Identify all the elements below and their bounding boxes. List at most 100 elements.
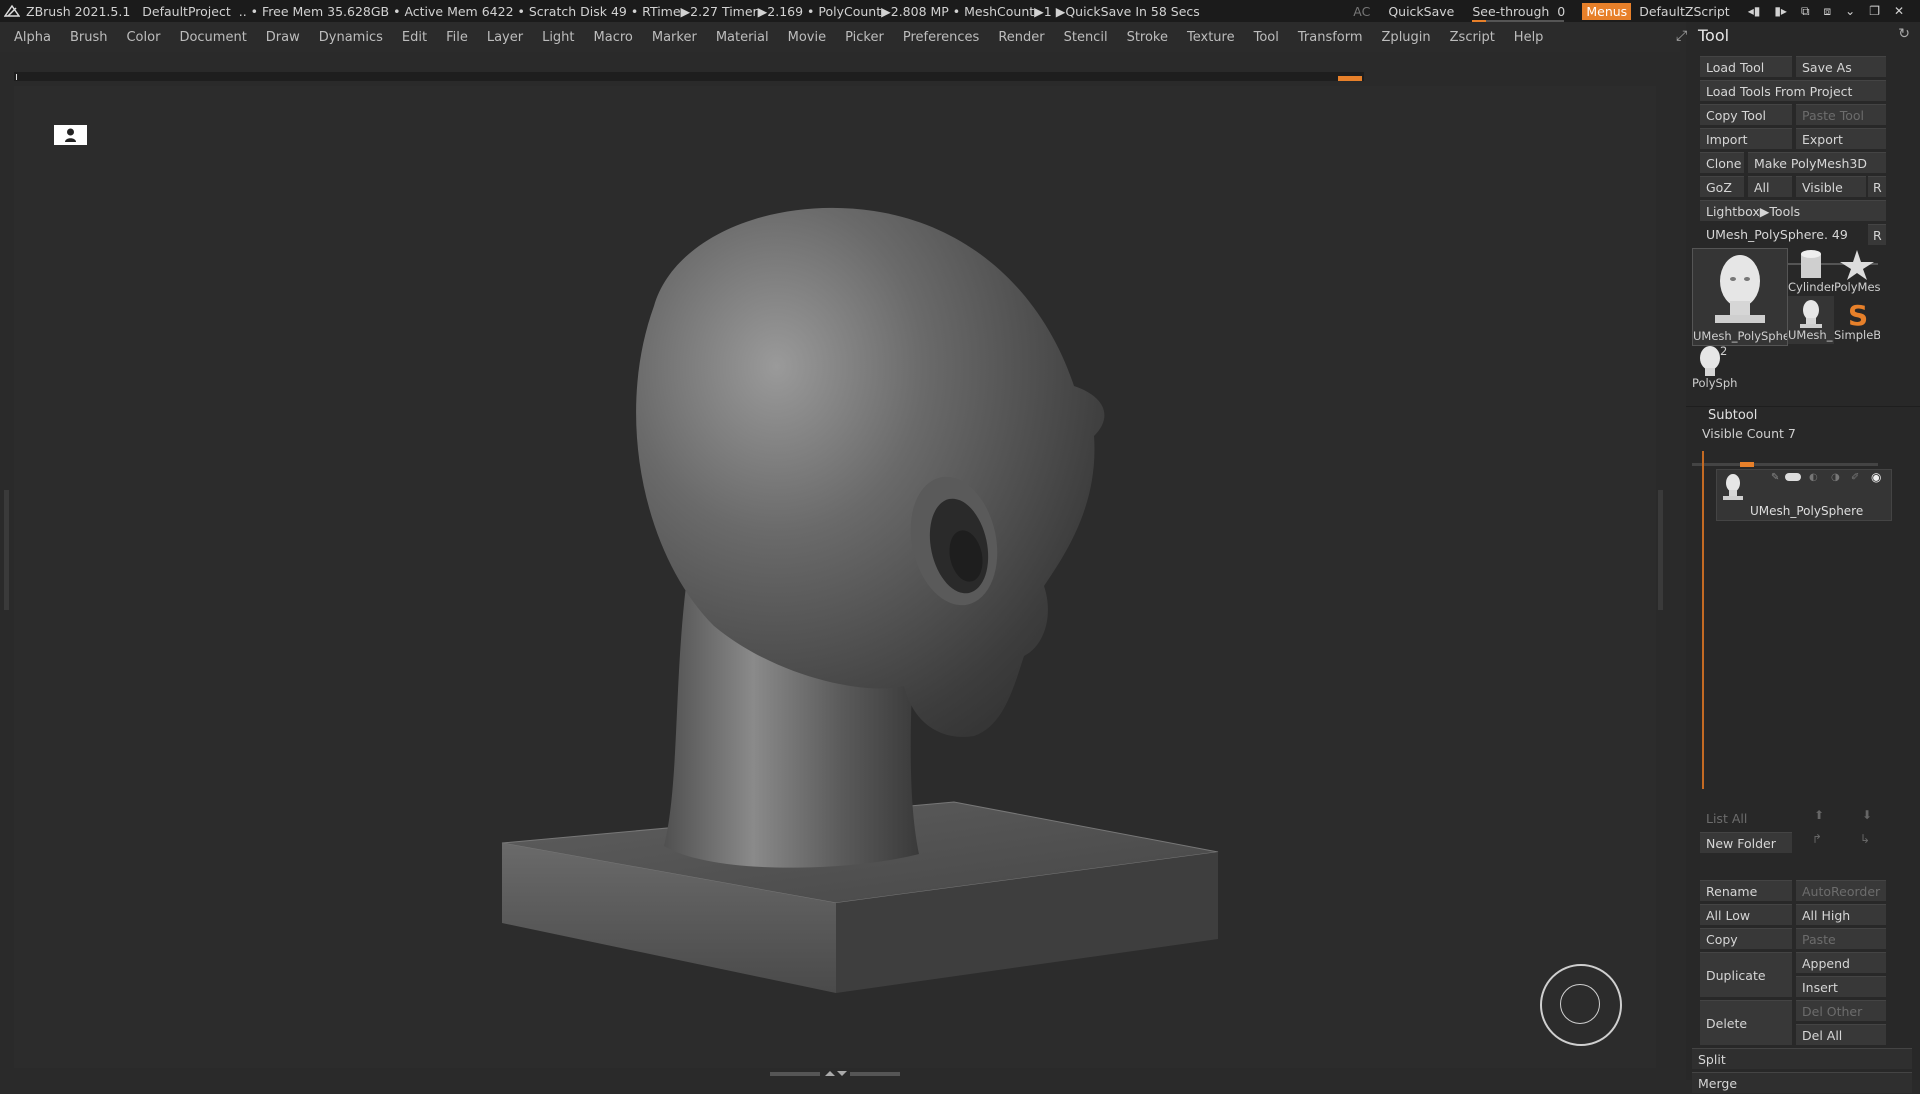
folder-out-arrow-icon[interactable]: ↱ (1812, 832, 1822, 846)
goz-visible-button[interactable]: Visible (1796, 176, 1866, 197)
menu-picker[interactable]: Picker (845, 30, 884, 45)
tool-thumb-cylinder[interactable]: Cylinder (1788, 248, 1834, 296)
split-section-header[interactable]: Split (1692, 1048, 1912, 1069)
insert-button[interactable]: Insert (1796, 976, 1886, 997)
menu-material[interactable]: Material (716, 30, 769, 45)
menu-preferences[interactable]: Preferences (903, 30, 979, 45)
subtool-header[interactable]: Subtool (1708, 408, 1757, 423)
subtool-toggle-icon[interactable] (1785, 473, 1801, 481)
menu-layer[interactable]: Layer (487, 30, 523, 45)
append-button[interactable]: Append (1796, 952, 1886, 973)
subtool-brush-icon[interactable]: ✎ (1771, 472, 1779, 483)
del-other-button[interactable]: Del Other (1796, 1000, 1886, 1021)
bottom-tray-handle[interactable] (770, 1071, 900, 1077)
del-all-button[interactable]: Del All (1796, 1024, 1886, 1045)
list-all-button[interactable]: List All (1700, 808, 1792, 829)
default-zscript-button[interactable]: DefaultZScript (1639, 4, 1730, 19)
goz-button[interactable]: GoZ (1700, 176, 1744, 197)
subtool-visibility-eye-icon[interactable]: ◉ (1871, 470, 1881, 484)
menu-edit[interactable]: Edit (402, 30, 427, 45)
clone-button[interactable]: Clone (1700, 152, 1744, 173)
menu-color[interactable]: Color (126, 30, 160, 45)
rename-button[interactable]: Rename (1700, 880, 1792, 901)
restore-layout-icon[interactable]: ⧈ (1824, 4, 1832, 18)
left-tray-handle[interactable] (4, 490, 9, 610)
move-up-arrow-icon[interactable]: ⬆ (1814, 808, 1824, 822)
menu-stencil[interactable]: Stencil (1064, 30, 1108, 45)
quicksave-button[interactable]: QuickSave (1388, 4, 1454, 19)
menu-macro[interactable]: Macro (594, 30, 633, 45)
subtool-dynamic-icon[interactable]: ◑ (1831, 472, 1840, 483)
right-tray-handle[interactable] (1658, 490, 1663, 610)
dock-right-icon[interactable]: ▮▸ (1774, 4, 1787, 18)
maximize-icon[interactable]: ❐ (1869, 4, 1880, 18)
canvas-viewport[interactable] (14, 86, 1656, 1068)
save-as-button[interactable]: Save As (1796, 56, 1886, 77)
lightbox-tools-button[interactable]: Lightbox▶Tools (1700, 200, 1886, 221)
dock-left-icon[interactable]: ◂▮ (1748, 4, 1761, 18)
visible-count-slider[interactable]: Visible Count 7 (1702, 426, 1796, 441)
export-button[interactable]: Export (1796, 128, 1886, 149)
tool-thumb-umesh-polysphere[interactable]: UMesh_PolySphere (1692, 248, 1788, 346)
all-low-button[interactable]: All Low (1700, 904, 1792, 925)
tool-thumb-polymesh[interactable]: PolyMes (1834, 248, 1880, 296)
palette-pin-icon[interactable]: ⤢ (1676, 28, 1687, 44)
menu-help[interactable]: Help (1514, 30, 1544, 45)
subtool-half-circle-icon[interactable]: ◐ (1809, 472, 1818, 483)
tool-thumb-polysph[interactable]: 2 PolySph (1692, 344, 1738, 392)
menu-marker[interactable]: Marker (652, 30, 697, 45)
all-high-button[interactable]: All High (1796, 904, 1886, 925)
subtool-polypaint-icon[interactable]: ✐ (1851, 472, 1859, 483)
camera-view-icon[interactable] (54, 125, 87, 145)
close-icon[interactable]: ✕ (1894, 4, 1904, 18)
menu-zplugin[interactable]: Zplugin (1382, 30, 1431, 45)
menu-stroke[interactable]: Stroke (1127, 30, 1168, 45)
paste-subtool-button[interactable]: Paste (1796, 928, 1886, 949)
menu-file[interactable]: File (446, 30, 468, 45)
tool-thumb-umesh-small[interactable]: UMesh_ (1788, 296, 1834, 344)
menu-document[interactable]: Document (179, 30, 246, 45)
copy-tool-button[interactable]: Copy Tool (1700, 104, 1792, 125)
tool-thumb-simpleb[interactable]: S SimpleB (1834, 296, 1880, 344)
subtool-item[interactable]: ✎ ◐ ◑ ✐ ◉ UMesh_PolySphere (1716, 469, 1892, 521)
import-button[interactable]: Import (1700, 128, 1792, 149)
goz-all-button[interactable]: All (1748, 176, 1792, 197)
timeline-marker[interactable] (1338, 76, 1362, 81)
see-through-slider[interactable]: See-through 0 (1472, 4, 1565, 22)
menus-button[interactable]: Menus (1582, 2, 1632, 20)
merge-section-header[interactable]: Merge (1692, 1072, 1912, 1093)
load-tool-button[interactable]: Load Tool (1700, 56, 1792, 77)
delete-button[interactable]: Delete (1700, 1000, 1792, 1045)
minimize-icon[interactable]: ⌄ (1845, 4, 1855, 18)
menu-render[interactable]: Render (998, 30, 1044, 45)
3d-head-model[interactable] (14, 86, 1656, 1068)
menu-tool[interactable]: Tool (1254, 30, 1279, 45)
timeline[interactable] (14, 72, 1364, 81)
menu-movie[interactable]: Movie (788, 30, 826, 45)
menu-draw[interactable]: Draw (266, 30, 300, 45)
duplicate-button[interactable]: Duplicate (1700, 952, 1792, 997)
menu-texture[interactable]: Texture (1187, 30, 1235, 45)
move-down-arrow-icon[interactable]: ⬇ (1862, 808, 1872, 822)
ac-toggle[interactable]: AC (1353, 4, 1370, 19)
palette-reset-icon[interactable]: ↻ (1898, 26, 1910, 42)
tool-r-button[interactable]: R (1868, 224, 1886, 245)
window-layout-icon[interactable]: ⧉ (1801, 4, 1810, 18)
menu-transform[interactable]: Transform (1298, 30, 1363, 45)
menu-zscript[interactable]: Zscript (1450, 30, 1495, 45)
cylinder-icon (1801, 250, 1821, 278)
copy-subtool-button[interactable]: Copy (1700, 928, 1792, 949)
folder-in-arrow-icon[interactable]: ↳ (1860, 832, 1870, 846)
menu-dynamics[interactable]: Dynamics (319, 30, 383, 45)
paste-tool-button[interactable]: Paste Tool (1796, 104, 1886, 125)
new-folder-button[interactable]: New Folder (1700, 832, 1792, 853)
current-tool-slider[interactable]: UMesh_PolySphere. 49 (1700, 224, 1866, 245)
autoreorder-button[interactable]: AutoReorder (1796, 880, 1886, 901)
load-tools-from-project-button[interactable]: Load Tools From Project (1700, 80, 1886, 101)
menu-light[interactable]: Light (542, 30, 574, 45)
navigation-gizmo[interactable] (1540, 964, 1622, 1046)
make-polymesh3d-button[interactable]: Make PolyMesh3D (1748, 152, 1886, 173)
menu-brush[interactable]: Brush (70, 30, 108, 45)
menu-alpha[interactable]: Alpha (14, 30, 51, 45)
goz-r-button[interactable]: R (1868, 176, 1886, 197)
